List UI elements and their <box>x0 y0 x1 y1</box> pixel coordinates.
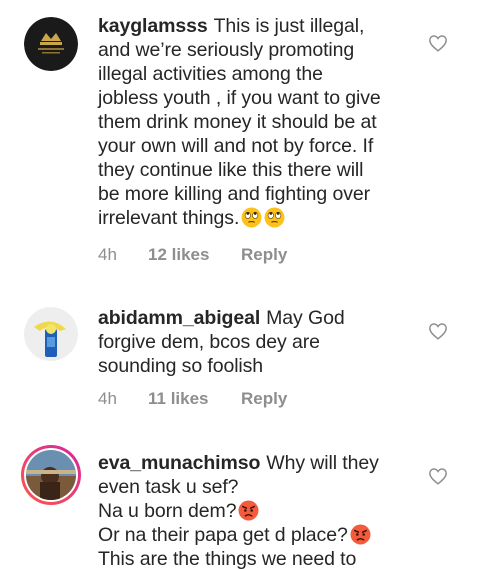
face-with-rolling-eyes-icon <box>264 207 285 228</box>
comment-text: eva_munachimso Why will they even task u … <box>98 452 379 569</box>
angry-face-icon <box>238 500 259 521</box>
like-heart-icon[interactable] <box>428 322 448 340</box>
avatar-story-ring[interactable] <box>21 445 81 505</box>
comment-text: kayglamsss This is just illegal, and we’r… <box>98 15 381 229</box>
avatar[interactable] <box>24 17 78 71</box>
comment-item: eva_munachimso Why will they even task u … <box>0 435 480 569</box>
comment-text: abidamm_abigeal May God forgive dem, bcos… <box>98 307 345 377</box>
comment-item: kayglamsss This is just illegal, and we’r… <box>0 0 480 280</box>
comment-username[interactable]: kayglamsss <box>98 15 208 37</box>
avatar[interactable] <box>24 307 78 361</box>
comment-likes[interactable]: 12 likes <box>148 245 209 265</box>
comment-item: abidamm_abigeal May God forgive dem, bcos… <box>0 290 480 430</box>
comment-likes[interactable]: 11 likes <box>148 389 209 409</box>
comment-username[interactable]: abidamm_abigeal <box>98 307 260 329</box>
comment-time: 4h <box>98 389 117 408</box>
comment-username[interactable]: eva_munachimso <box>98 452 260 474</box>
like-heart-icon[interactable] <box>428 34 448 52</box>
avatar-photo-image <box>24 307 78 361</box>
angry-face-icon <box>350 524 371 545</box>
avatar-photo-image <box>26 450 76 500</box>
comment-time: 4h <box>98 245 117 264</box>
avatar-logo-image <box>24 17 78 71</box>
face-with-rolling-eyes-icon <box>241 207 262 228</box>
reply-button[interactable]: Reply <box>241 245 287 265</box>
reply-button[interactable]: Reply <box>241 389 287 409</box>
like-heart-icon[interactable] <box>428 467 448 485</box>
